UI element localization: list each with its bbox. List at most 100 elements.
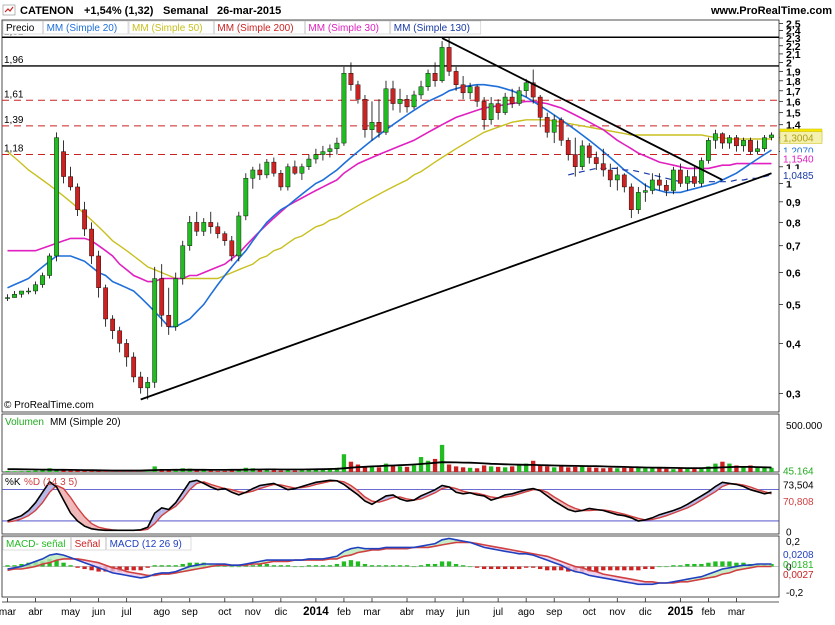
volume-bar <box>671 469 675 472</box>
candle-body <box>685 177 689 184</box>
volume-bar <box>566 467 570 472</box>
macd-histogram-bar <box>615 567 619 571</box>
macd-histogram-bar <box>391 565 395 566</box>
last-value-label: 1,1540 <box>783 154 814 165</box>
stoch-legend-d: %D (14 3 5) <box>24 477 77 488</box>
legend-item: Precio <box>6 23 35 34</box>
candle-body <box>566 140 570 154</box>
volume-bar <box>82 471 86 472</box>
chart-header: CATENON +1,54% (1,32) Semanal 26-mar-201… <box>3 5 832 17</box>
candle-body <box>678 170 682 183</box>
macd-histogram-bar <box>272 565 276 566</box>
volume-bar <box>272 470 276 472</box>
volume-bar <box>216 471 220 472</box>
volume-bar <box>531 461 535 472</box>
volume-legend: Volumen <box>5 417 44 428</box>
candle-body <box>622 175 626 187</box>
volume-bar <box>573 467 577 472</box>
macd-histogram-bar <box>251 565 255 566</box>
time-tick-label: oct <box>218 607 232 618</box>
time-tick-label: jun <box>91 607 105 618</box>
time-tick-label: feb <box>701 607 715 618</box>
candle-body <box>727 138 731 143</box>
macd-histogram-bar <box>398 565 402 566</box>
volume-bar <box>657 468 661 472</box>
candle-body <box>209 222 213 226</box>
macd-histogram-bar <box>636 567 640 571</box>
volume-bar <box>622 468 626 472</box>
candle-body <box>153 279 157 383</box>
candle-body <box>510 97 514 104</box>
macd-histogram-bar <box>538 567 542 570</box>
volume-bar <box>699 469 703 472</box>
candle-body <box>188 222 192 245</box>
time-tick-label: nov <box>245 607 261 618</box>
candle-body <box>601 164 605 170</box>
candle-body <box>720 134 724 143</box>
site-label: www.ProRealTime.com <box>710 5 832 17</box>
macd-histogram-bar <box>643 567 647 570</box>
candle-body <box>139 377 143 388</box>
macd-histogram-bar <box>440 561 444 566</box>
macd-last-label: 0,0027 <box>783 570 814 581</box>
candle-body <box>61 152 65 177</box>
period-label: Semanal <box>163 5 208 17</box>
candle-body <box>587 146 591 158</box>
macd-histogram-bar <box>601 567 605 571</box>
macd-histogram-bar <box>89 567 93 571</box>
volume-bar <box>433 459 437 472</box>
candle-body <box>68 177 72 187</box>
macd-histogram-bar <box>356 561 360 566</box>
candle-body <box>664 185 668 190</box>
macd-histogram-bar <box>685 564 689 567</box>
candle-body <box>489 104 493 120</box>
pane-frame <box>2 20 779 412</box>
volume-bar <box>103 471 107 472</box>
macd-histogram-bar <box>664 567 668 568</box>
price-tick-label: 0,4 <box>786 338 801 350</box>
time-tick-label: ago <box>518 607 535 618</box>
volume-bar <box>587 467 591 472</box>
macd-histogram-bar <box>230 567 234 568</box>
candle-body <box>538 97 542 117</box>
time-tick-label: mar <box>728 607 746 618</box>
macd-histogram-bar <box>82 567 86 570</box>
volume-bar <box>440 445 444 472</box>
macd-histogram-bar <box>342 561 346 566</box>
time-tick-label: sep <box>182 607 199 618</box>
macd-legend-item: MACD (12 26 9) <box>110 539 182 550</box>
macd-histogram-bar <box>5 565 9 566</box>
macd-histogram-bar <box>286 565 290 566</box>
candle-body <box>5 298 9 299</box>
volume-bar <box>89 471 93 472</box>
candle-body <box>636 192 640 209</box>
time-tick-label: feb <box>337 607 351 618</box>
candle-body <box>580 146 584 167</box>
candle-body <box>552 120 556 133</box>
price-tick-label: 0,5 <box>786 299 801 311</box>
time-tick-label: nov <box>609 607 625 618</box>
macd-histogram-bar <box>349 560 353 566</box>
volume-bar <box>538 465 542 472</box>
macd-histogram-bar <box>622 567 626 571</box>
volume-bar <box>26 471 30 472</box>
macd-histogram-bar <box>328 565 332 566</box>
volume-bar <box>636 468 640 472</box>
macd-histogram-bar <box>496 567 500 570</box>
macd-histogram-bar <box>720 561 724 566</box>
macd-histogram-bar <box>482 567 486 570</box>
candle-body <box>230 241 234 256</box>
candle-body <box>223 234 227 241</box>
legend-item: MM (Simple 130) <box>394 23 470 34</box>
volume-bar <box>510 466 514 472</box>
candle-body <box>314 155 318 159</box>
candle-body <box>258 170 262 175</box>
time-tick-label: ago <box>153 607 170 618</box>
macd-histogram-bar <box>706 563 710 567</box>
candle-body <box>54 138 58 256</box>
candle-body <box>167 315 171 327</box>
chart-window: CATENON +1,54% (1,32) Semanal 26-mar-201… <box>0 0 835 620</box>
chart-canvas[interactable]: CATENON +1,54% (1,32) Semanal 26-mar-201… <box>0 0 835 620</box>
candle-body <box>594 158 598 164</box>
level-label: 1,39 <box>4 115 24 126</box>
